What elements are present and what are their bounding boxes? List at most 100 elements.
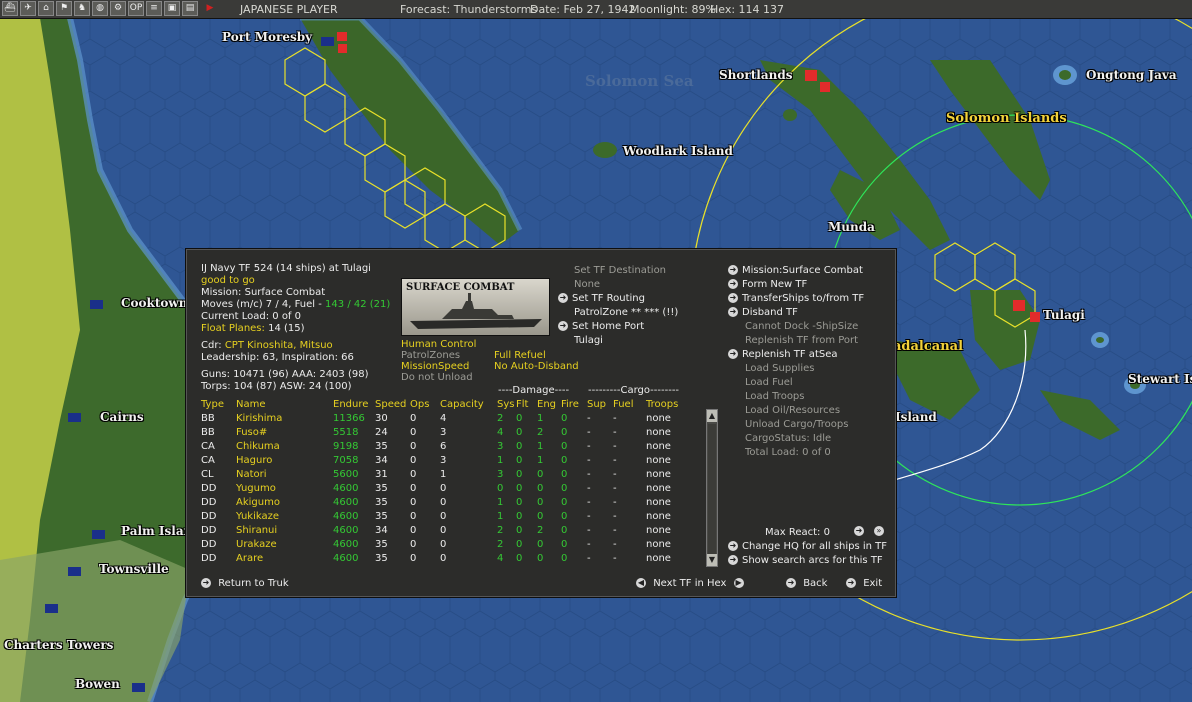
replenish-from-port[interactable]: Replenish TF from Port	[745, 335, 858, 347]
ship-endure: 4600	[333, 524, 359, 536]
ship-name[interactable]: Fuso#	[236, 425, 333, 439]
map-label-townsville: Townsville	[99, 562, 169, 576]
arrow-right-icon: ➜	[728, 307, 738, 317]
settings-icon[interactable]: ⚙	[110, 1, 126, 16]
replenish-at-sea-button[interactable]: ➜ Replenish TF atSea	[728, 349, 838, 361]
ship-row[interactable]: BB Fuso# 5518 24 0 3 4 0 2 0- - none	[201, 425, 696, 439]
flag-no-auto-disband[interactable]: No Auto-Disband	[494, 361, 579, 373]
ship-row[interactable]: DD Akigumo 4600 35 0 0 1 0 0 0- - none	[201, 495, 696, 509]
mission-button[interactable]: ➜ Mission:Surface Combat	[728, 265, 863, 277]
ship-flt: 0	[516, 440, 523, 452]
change-hq-button[interactable]: ➜ Change HQ for all ships in TF	[728, 541, 887, 553]
scroll-track[interactable]	[708, 424, 716, 554]
col-troops[interactable]: Troops	[646, 397, 696, 411]
ship-name[interactable]: Yukikaze	[236, 509, 333, 523]
end-turn-icon[interactable]: ▶	[202, 1, 218, 16]
ship-speed: 35	[375, 510, 388, 522]
col-capacity[interactable]: Capacity	[440, 397, 497, 411]
ship-name[interactable]: Arare	[236, 551, 333, 565]
set-tf-destination[interactable]: Set TF Destination	[574, 265, 666, 277]
set-tf-routing-button[interactable]: ➜ Set TF Routing	[558, 293, 645, 305]
image-icon[interactable]: ▤	[182, 1, 198, 16]
save-icon[interactable]: ▣	[164, 1, 180, 16]
ship-name[interactable]: Urakaze	[236, 537, 333, 551]
load-troops[interactable]: Load Troops	[745, 391, 805, 403]
ship-fuel: -	[613, 524, 617, 536]
ship-row[interactable]: CL Natori 5600 31 0 1 3 0 0 0- - none	[201, 467, 696, 481]
ship-name[interactable]: Haguro	[236, 453, 333, 467]
ship-ops: 0	[410, 552, 417, 564]
ship-eng: 0	[537, 538, 544, 550]
ship-name[interactable]: Akigumo	[236, 495, 333, 509]
report-icon[interactable]: ≡	[146, 1, 162, 16]
ship-name[interactable]: Shiranui	[236, 523, 333, 537]
mission-thumbnail: SURFACE COMBAT	[401, 278, 550, 336]
flag-icon[interactable]: ⚑	[56, 1, 72, 16]
col-eng[interactable]: Eng	[537, 397, 561, 411]
ship-fire: 0	[561, 468, 568, 480]
ship-table-scrollbar[interactable]: ▲ ▼	[706, 409, 718, 567]
load-fuel[interactable]: Load Fuel	[745, 377, 793, 389]
col-endure[interactable]: Endure	[333, 397, 375, 411]
ship-type: CA	[201, 454, 215, 466]
transfer-ships-button[interactable]: ➜ TransferShips to/from TF	[728, 293, 864, 305]
disband-tf-button[interactable]: ➜ Disband TF	[728, 307, 798, 319]
col-sys[interactable]: Sys	[497, 397, 516, 411]
ship-row[interactable]: DD Arare 4600 35 0 0 4 0 0 0- - none	[201, 551, 696, 565]
tf-commander[interactable]: Cdr: CPT Kinoshita, Mitsuo	[201, 340, 333, 352]
ship-icon[interactable]: ⛴	[2, 1, 18, 16]
return-to-truk-button[interactable]: ➜ Return to Truk	[201, 578, 289, 590]
ship-endure: 7058	[333, 454, 359, 466]
set-home-port-button[interactable]: ➜ Set Home Port	[558, 321, 644, 333]
back-button[interactable]: ➜ Back	[786, 578, 827, 590]
ship-fire: 0	[561, 496, 568, 508]
total-load: Total Load: 0 of 0	[745, 447, 831, 458]
flag-do-not-unload[interactable]: Do not Unload	[401, 372, 473, 384]
col-sup[interactable]: Sup	[587, 397, 613, 411]
ship-name[interactable]: Natori	[236, 467, 333, 481]
ship-fire: 0	[561, 440, 568, 452]
col-name[interactable]: Name	[236, 397, 333, 411]
col-fuel[interactable]: Fuel	[613, 397, 646, 411]
load-oil-resources[interactable]: Load Oil/Resources	[745, 405, 840, 417]
col-type[interactable]: Type	[201, 397, 236, 411]
unit-icon[interactable]: ♞	[74, 1, 90, 16]
col-fire[interactable]: Fire	[561, 397, 587, 411]
arrow-right-icon: ➜	[728, 555, 738, 565]
col-speed[interactable]: Speed	[375, 397, 410, 411]
ship-row[interactable]: DD Yugumo 4600 35 0 0 0 0 0 0- - none	[201, 481, 696, 495]
max-react-max-button[interactable]: »	[874, 526, 888, 538]
ship-row[interactable]: BB Kirishima 11366 30 0 4 2 0 1 0- - none	[201, 411, 696, 425]
ship-row[interactable]: DD Shiranui 4600 34 0 0 2 0 2 0- - none	[201, 523, 696, 537]
ship-row[interactable]: CA Chikuma 9198 35 0 6 3 0 1 0- - none	[201, 439, 696, 453]
base-icon[interactable]: ⌂	[38, 1, 54, 16]
next-tf-in-hex-button[interactable]: ◀ Next TF in Hex ▶	[636, 578, 748, 590]
show-search-arcs-button[interactable]: ➜ Show search arcs for this TF	[728, 555, 883, 567]
form-new-tf-button[interactable]: ➜ Form New TF	[728, 279, 807, 291]
exit-button[interactable]: ➜ Exit	[846, 578, 882, 590]
ship-name[interactable]: Kirishima	[236, 411, 333, 425]
ship-row[interactable]: DD Urakaze 4600 35 0 0 2 0 0 0- - none	[201, 537, 696, 551]
ship-name[interactable]: Yugumo	[236, 481, 333, 495]
ship-type: DD	[201, 510, 217, 522]
ship-sup: -	[587, 524, 591, 536]
ship-row[interactable]: CA Haguro 7058 34 0 3 1 0 1 0- - none	[201, 453, 696, 467]
ship-name[interactable]: Chikuma	[236, 439, 333, 453]
patrol-zone[interactable]: PatrolZone ** *** (!!)	[574, 307, 678, 319]
ship-sup: -	[587, 468, 591, 480]
ship-row[interactable]: DD Yukikaze 4600 35 0 0 1 0 0 0- - none	[201, 509, 696, 523]
unload-cargo-troops[interactable]: Unload Cargo/Troops	[745, 419, 848, 431]
globe-icon[interactable]: ◍	[92, 1, 108, 16]
scroll-up-icon[interactable]: ▲	[707, 410, 717, 422]
ship-capacity: 0	[440, 552, 447, 564]
ship-type: DD	[201, 496, 217, 508]
max-react-increase-button[interactable]: ➜	[854, 526, 868, 538]
ship-type: CA	[201, 440, 215, 452]
plane-icon[interactable]: ✈	[20, 1, 36, 16]
load-supplies[interactable]: Load Supplies	[745, 363, 814, 375]
arrow-right-icon: ➜	[728, 265, 738, 275]
col-flt[interactable]: Flt	[516, 397, 537, 411]
col-ops[interactable]: Ops	[410, 397, 440, 411]
scroll-down-icon[interactable]: ▼	[707, 554, 717, 566]
ops-button[interactable]: OP	[128, 1, 144, 16]
